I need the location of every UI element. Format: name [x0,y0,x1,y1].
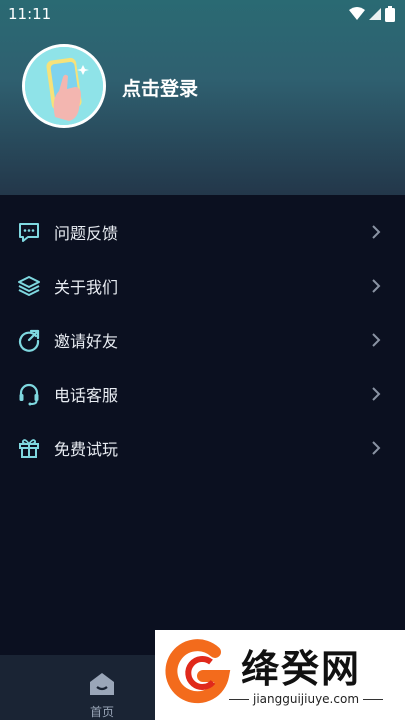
divider [229,698,249,700]
refresh-share-icon [18,329,40,352]
signal-icon [369,8,381,20]
chat-feedback-icon [19,223,39,242]
chevron-right-icon [372,387,381,401]
menu-item-free-trial[interactable]: 免费试玩 [0,421,405,475]
watermark-logo-icon [165,639,231,704]
menu-item-invite[interactable]: 邀请好友 [0,313,405,367]
divider [363,698,384,700]
tab-home-label: 首页 [89,705,114,719]
chevron-right-icon [372,225,381,239]
status-time: 11:11 [8,5,52,23]
headset-icon [19,383,39,406]
menu-item-label: 免费试玩 [54,440,119,459]
watermark-overlay: 绛癸网 jiangguijiuye.com [155,630,405,720]
menu-item-label: 电话客服 [54,386,119,405]
status-bar: 11:11 [0,0,405,28]
menu-item-label: 关于我们 [54,278,119,297]
chevron-right-icon [372,279,381,293]
menu-item-label: 问题反馈 [54,224,119,243]
watermark-url: jiangguijiuye.com [253,692,360,706]
chevron-right-icon [372,333,381,347]
profile-header: 11:11 点击登录 [0,0,405,195]
chevron-right-icon [372,441,381,455]
home-icon [90,673,114,695]
login-link[interactable]: 点击登录 [122,74,198,101]
gift-icon [19,439,39,458]
battery-icon [385,6,395,22]
avatar[interactable] [22,44,106,128]
wifi-icon [349,7,365,20]
menu-item-feedback[interactable]: 问题反馈 [0,205,405,259]
hand-phone-avatar-icon [25,47,103,125]
menu-item-about[interactable]: 关于我们 [0,259,405,313]
watermark-url-row: jiangguijiuye.com [229,692,384,706]
watermark-brand: 绛癸网 [241,647,362,691]
settings-menu: 问题反馈 关于我们 邀请好友 电话客服 免费试玩 [0,205,405,475]
layers-icon [18,276,40,296]
tab-home[interactable]: 首页 [72,669,132,719]
menu-item-phone-service[interactable]: 电话客服 [0,367,405,421]
menu-item-label: 邀请好友 [54,332,119,351]
